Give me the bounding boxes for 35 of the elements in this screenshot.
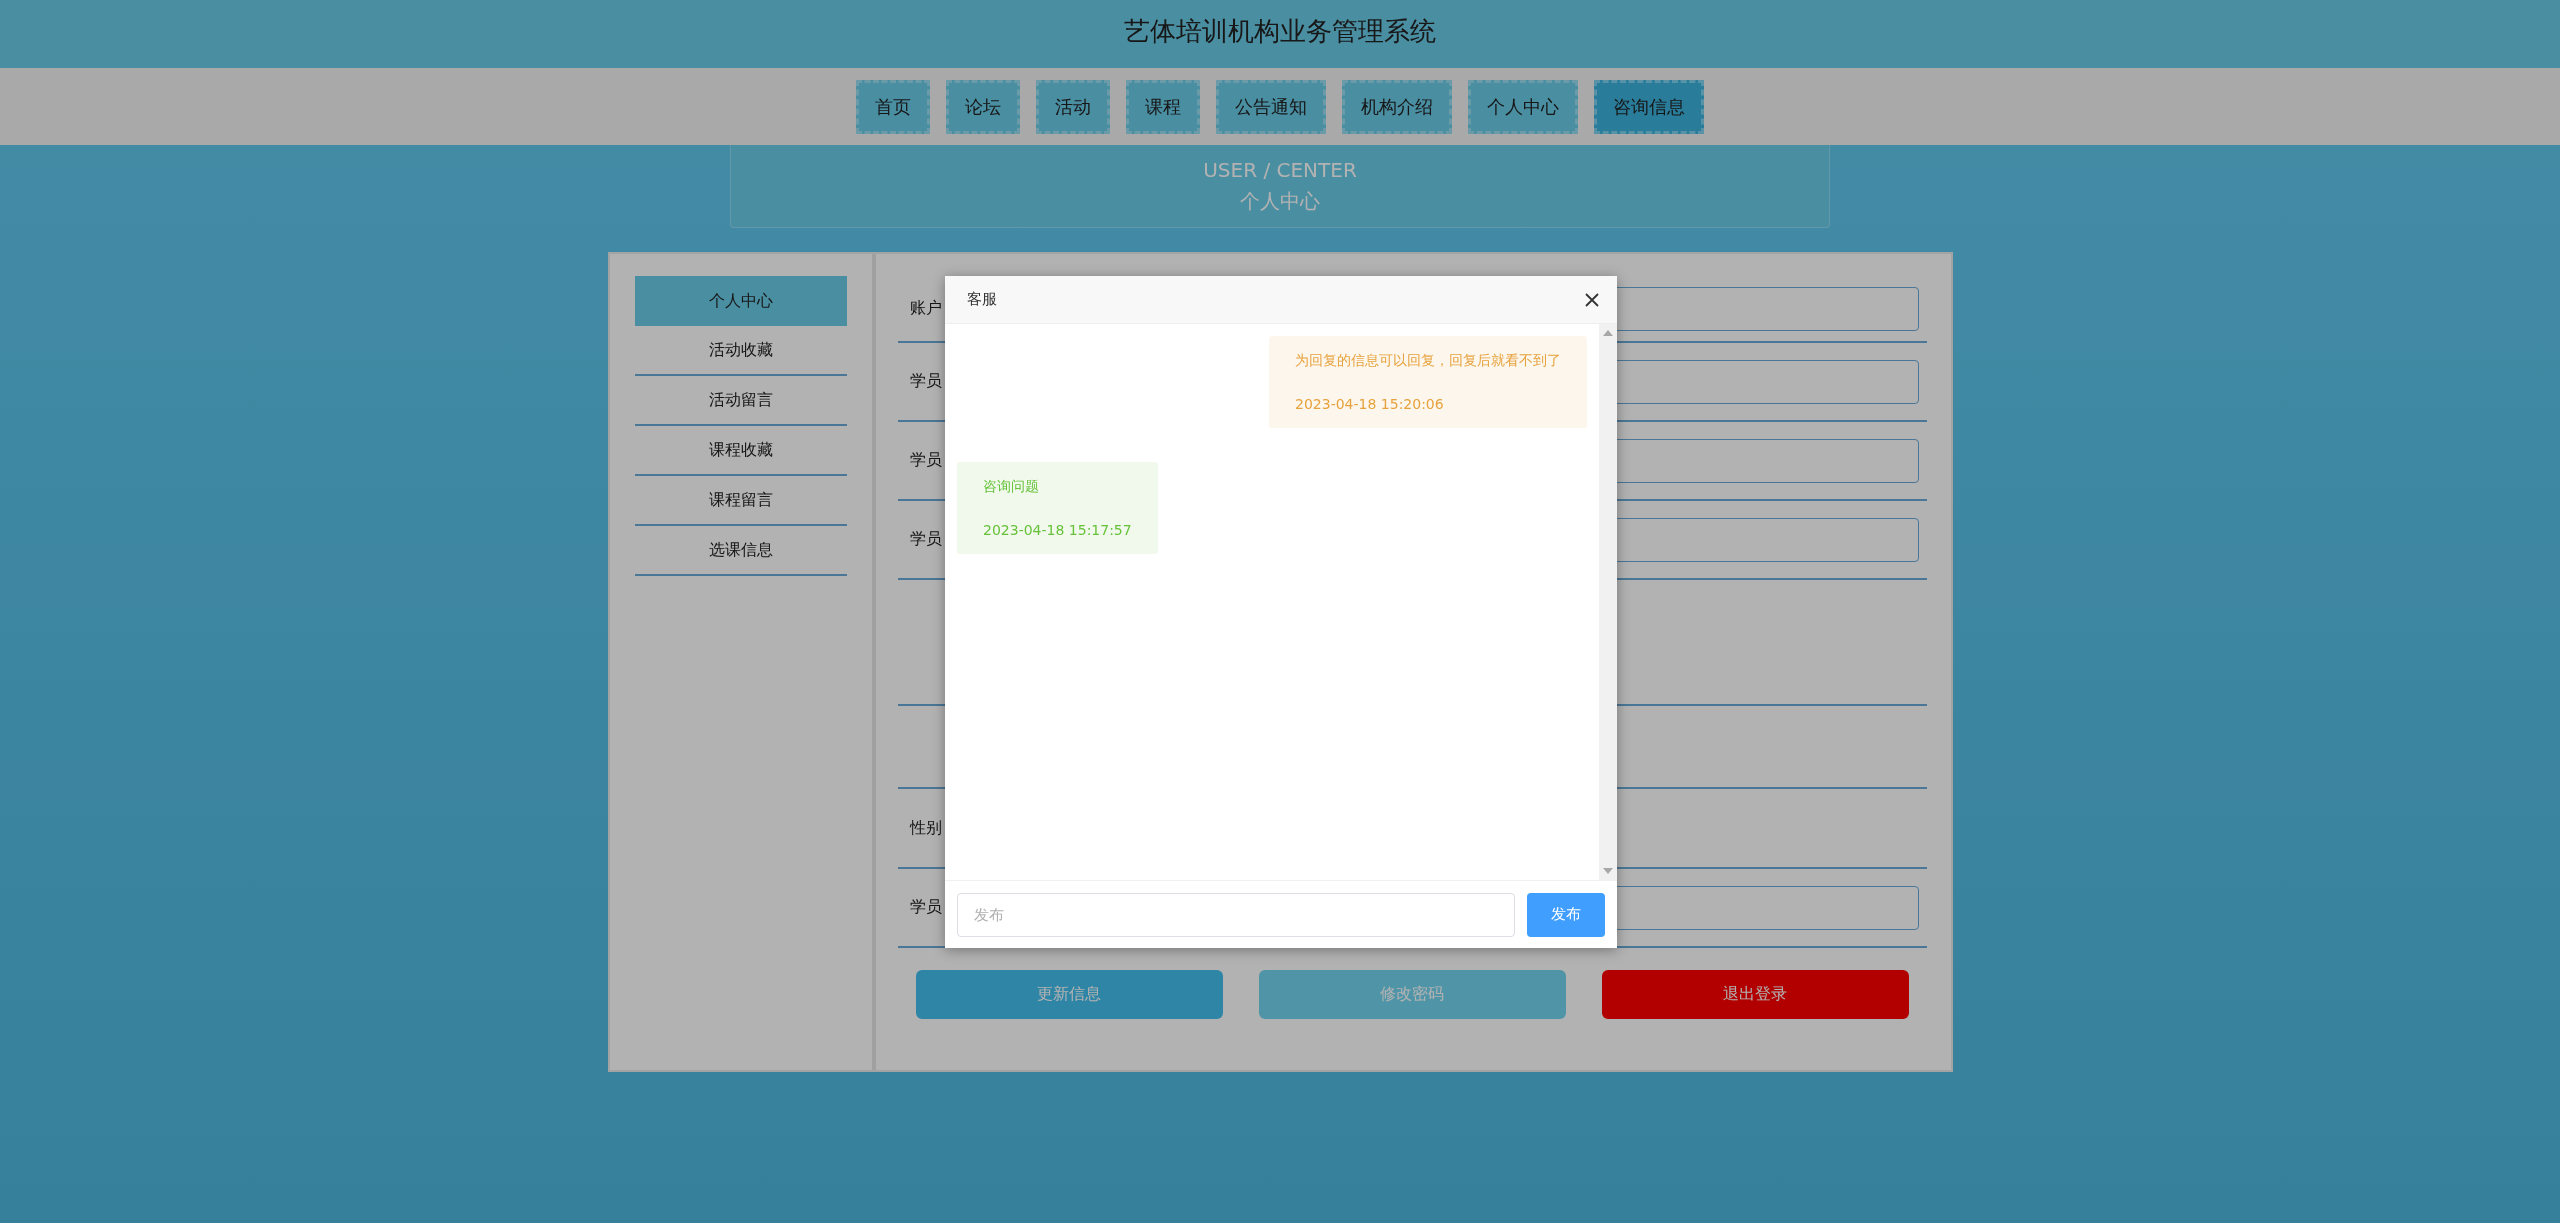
nav-tab[interactable]: 公告通知 [1216,79,1326,134]
sidebar-item[interactable]: 课程收藏 [634,426,847,476]
field-label: 学员 [909,450,943,471]
field-label: 学员 [909,529,943,550]
field-label: 学员 [909,897,943,918]
message-text: 咨询问题 [983,478,1040,496]
action-button[interactable]: 退出登录 [1601,970,1909,1019]
sidebar-item[interactable]: 选课信息 [634,526,847,576]
dialog-title: 客服 [967,290,997,309]
nav-tab[interactable]: 机构介绍 [1342,79,1452,134]
close-button[interactable] [1583,290,1601,309]
sidebar-item[interactable]: 课程留言 [634,476,847,526]
site-title: 艺体培训机构业务管理系统 [1124,14,1436,48]
scroll-down-icon[interactable] [1603,868,1613,874]
send-button[interactable]: 发布 [1527,892,1605,937]
sidebar-item[interactable]: 个人中心 [634,276,847,326]
nav-tab[interactable]: 咨询信息 [1594,79,1704,134]
message-time: 2023-04-18 15:17:57 [983,522,1132,538]
message-input[interactable]: 发布 [957,892,1515,937]
message-time: 2023-04-18 15:20:06 [1295,396,1445,412]
sidebar-item[interactable]: 活动收藏 [634,326,847,376]
field-label: 学员 [909,371,943,392]
field-label: 性别 [909,817,943,839]
close-icon [1585,292,1599,307]
banner-title: 个人中心 [1240,187,1320,215]
nav-tab[interactable]: 活动 [1036,79,1110,134]
nav-tab[interactable]: 论坛 [946,79,1020,134]
nav-tab[interactable]: 首页 [856,79,930,134]
scrollbar[interactable] [1599,324,1617,880]
nav-tab[interactable]: 个人中心 [1468,79,1578,134]
sidebar-item[interactable]: 活动留言 [634,376,847,426]
message-text: 为回复的信息可以回复，回复后就看不到了 [1295,352,1561,370]
banner-subtitle: USER / CENTER [1203,157,1357,182]
nav-tab[interactable]: 课程 [1126,79,1200,134]
field-label: 账户 [909,298,943,319]
